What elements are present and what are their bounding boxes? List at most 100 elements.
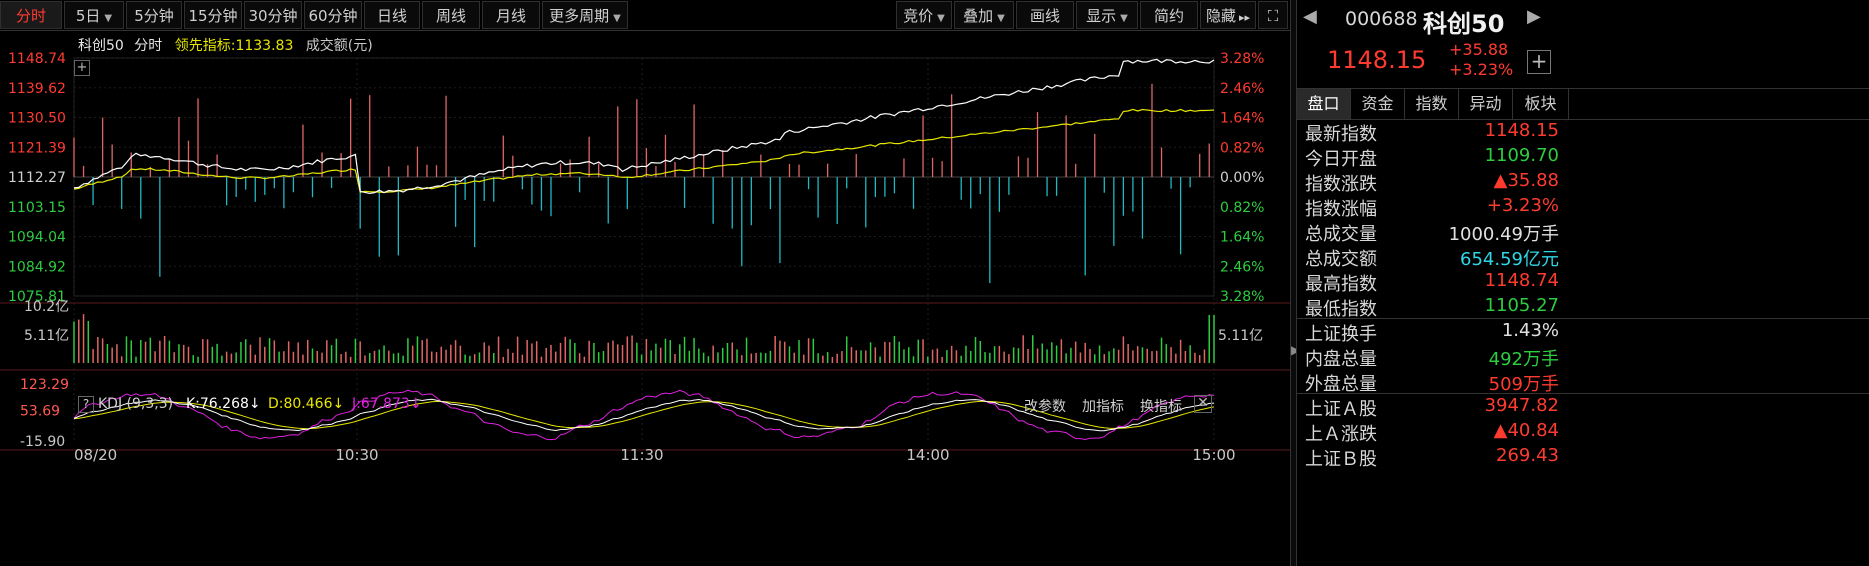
tab-intraday[interactable]: 分时 <box>0 1 62 29</box>
stat-value: 1109.70 <box>1484 145 1559 166</box>
pct-tick-label: 2.46% <box>1220 259 1264 275</box>
price-tick-label: 1103.15 <box>8 200 66 216</box>
tab-weekly[interactable]: 周线 <box>422 1 480 29</box>
next-arrow-icon[interactable]: ▶ <box>1527 6 1541 27</box>
kdj-tick-label: 123.29 <box>20 377 69 393</box>
stat-label: 最高指数 <box>1305 274 1377 295</box>
price-tick-label: 1130.50 <box>8 111 66 127</box>
stat-label: 指数涨跌 <box>1305 174 1377 195</box>
stat-row: 上证换手 1.43% <box>1305 320 1567 345</box>
stat-label: 最新指数 <box>1305 124 1377 145</box>
period-toolbar: 分时 5日 ▼ 5分钟 15分钟 30分钟 60分钟 日线 周线 月线 更多周期 ▼… <box>0 0 1290 31</box>
stat-row: 今日开盘 1109.70 <box>1305 145 1567 170</box>
stat-value: 1148.15 <box>1484 120 1559 141</box>
security-name: 科创50 <box>1423 10 1505 38</box>
tab-more-label: 更多周期 <box>549 7 610 25</box>
tab-15min[interactable]: 15分钟 <box>184 1 242 29</box>
price-tick-label: 1094.04 <box>8 230 66 246</box>
stat-value: 1105.27 <box>1484 295 1559 316</box>
fullscreen-button[interactable]: ⛶ <box>1258 1 1288 29</box>
time-tick-label: 11:30 <box>620 446 663 464</box>
tab-60min[interactable]: 60分钟 <box>304 1 362 29</box>
price-line <box>73 58 1215 195</box>
stat-row: 最低指数 1105.27 <box>1305 295 1567 320</box>
chevron-down-icon: ▼ <box>613 13 621 24</box>
stat-value: ▲40.84 <box>1493 420 1559 441</box>
panel-tabs: 盘口 资金 指数 异动 板块 <box>1297 88 1869 120</box>
tab-anomaly[interactable]: 异动 <box>1459 89 1513 119</box>
stat-value: 3947.82 <box>1484 395 1559 416</box>
chevron-down-icon: ▼ <box>1120 13 1128 24</box>
stat-label: 总成交额 <box>1305 249 1377 270</box>
prev-arrow-icon[interactable]: ◀ <box>1303 6 1317 27</box>
stat-label: 上Ａ涨跌 <box>1305 424 1377 445</box>
chevron-down-icon: ▼ <box>937 13 945 24</box>
price-change-pct: +3.23% <box>1449 60 1514 79</box>
kdj-tick-label: 53.69 <box>20 404 60 420</box>
tab-sector[interactable]: 板块 <box>1513 89 1569 119</box>
time-tick-label: 08/20 <box>74 446 117 464</box>
tab-monthly[interactable]: 月线 <box>482 1 540 29</box>
add-indicator-icon[interactable]: + <box>74 60 90 76</box>
hide-label: 隐藏 <box>1205 7 1236 25</box>
time-tick-label: 10:30 <box>335 446 378 464</box>
stat-row: 指数涨幅 +3.23% <box>1305 195 1567 220</box>
switch-indicator-button[interactable]: 换指标 <box>1140 396 1182 416</box>
stat-value: 1000.49万手 <box>1448 224 1559 245</box>
stat-row: 指数涨跌 ▲35.88 <box>1305 170 1567 195</box>
stat-value: ▲35.88 <box>1493 170 1559 191</box>
auction-button[interactable]: 竞价 ▼ <box>896 1 952 29</box>
kdj-k-value: K:76.268↓ <box>186 396 261 412</box>
time-tick-label: 14:00 <box>906 446 949 464</box>
tab-5day[interactable]: 5日 ▼ <box>64 1 124 29</box>
time-tick-label: 15:00 <box>1192 446 1235 464</box>
tab-30min[interactable]: 30分钟 <box>244 1 302 29</box>
security-code: 000688 <box>1345 8 1418 30</box>
pct-tick-label: 0.00% <box>1220 170 1264 186</box>
quote-panel: ◀ 000688 科创50 ▶ 1148.15 +35.88 +3.23% + … <box>1296 0 1869 566</box>
display-button[interactable]: 显示 ▼ <box>1076 1 1138 29</box>
stat-value: 269.43 <box>1496 445 1559 466</box>
stat-label: 上证Ａ股 <box>1305 399 1377 420</box>
stat-row: 总成交量 1000.49万手 <box>1305 220 1567 245</box>
stat-row: 最新指数 1148.15 <box>1305 120 1567 145</box>
price-tick-label: 1148.74 <box>8 51 66 67</box>
pct-tick-label: 3.28% <box>1220 289 1264 305</box>
divider <box>1297 318 1869 319</box>
stat-value: 654.59亿元 <box>1460 249 1559 270</box>
stat-row: 上Ａ涨跌 ▲40.84 <box>1305 420 1567 445</box>
hide-button[interactable]: 隐藏 ▸▸ <box>1200 1 1256 29</box>
volume-tick-label: 5.11亿 <box>1218 328 1263 344</box>
add-watchlist-icon[interactable]: + <box>1527 50 1551 74</box>
tab-5min[interactable]: 5分钟 <box>126 1 182 29</box>
chevron-down-icon: ▼ <box>104 13 113 24</box>
pct-tick-label: 3.28% <box>1220 51 1264 67</box>
tab-fund[interactable]: 资金 <box>1351 89 1405 119</box>
intraday-chart[interactable]: 1148.74 3.28% 1139.62 2.46% 1130.50 1.64% 1121… <box>0 30 1290 566</box>
tab-orderbook[interactable]: 盘口 <box>1297 89 1351 119</box>
tab-daily[interactable]: 日线 <box>364 1 420 29</box>
pct-tick-label: 1.64% <box>1220 111 1264 127</box>
tab-index[interactable]: 指数 <box>1405 89 1459 119</box>
stat-label: 上证换手 <box>1305 324 1377 345</box>
pct-tick-label: 0.82% <box>1220 140 1264 156</box>
stat-row: 总成交额 654.59亿元 <box>1305 245 1567 270</box>
close-icon[interactable]: ✕ <box>1194 395 1212 413</box>
edit-params-button[interactable]: 改参数 <box>1024 396 1066 416</box>
tab-more-periods[interactable]: 更多周期 ▼ <box>542 1 628 29</box>
volume-tick-label: 5.11亿 <box>24 328 69 344</box>
price-tick-label: 1112.27 <box>8 170 66 186</box>
stat-value: 1148.74 <box>1484 270 1559 291</box>
current-price: 1148.15 <box>1327 46 1427 74</box>
draw-line-button[interactable]: 画线 <box>1016 1 1074 29</box>
help-icon[interactable]: ? <box>78 396 94 413</box>
stat-value: 1.43% <box>1501 320 1559 341</box>
stat-label: 指数涨幅 <box>1305 199 1377 220</box>
add-indicator-button[interactable]: 加指标 <box>1082 396 1124 416</box>
stat-label: 上证Ｂ股 <box>1305 449 1377 470</box>
simple-mode-button[interactable]: 简约 <box>1140 1 1198 29</box>
overlay-button[interactable]: 叠加 ▼ <box>954 1 1014 29</box>
kdj-title[interactable]: KDJ (9,3,3) <box>98 396 173 412</box>
price-tick-label: 1121.39 <box>8 140 66 156</box>
pct-tick-label: 2.46% <box>1220 81 1264 97</box>
